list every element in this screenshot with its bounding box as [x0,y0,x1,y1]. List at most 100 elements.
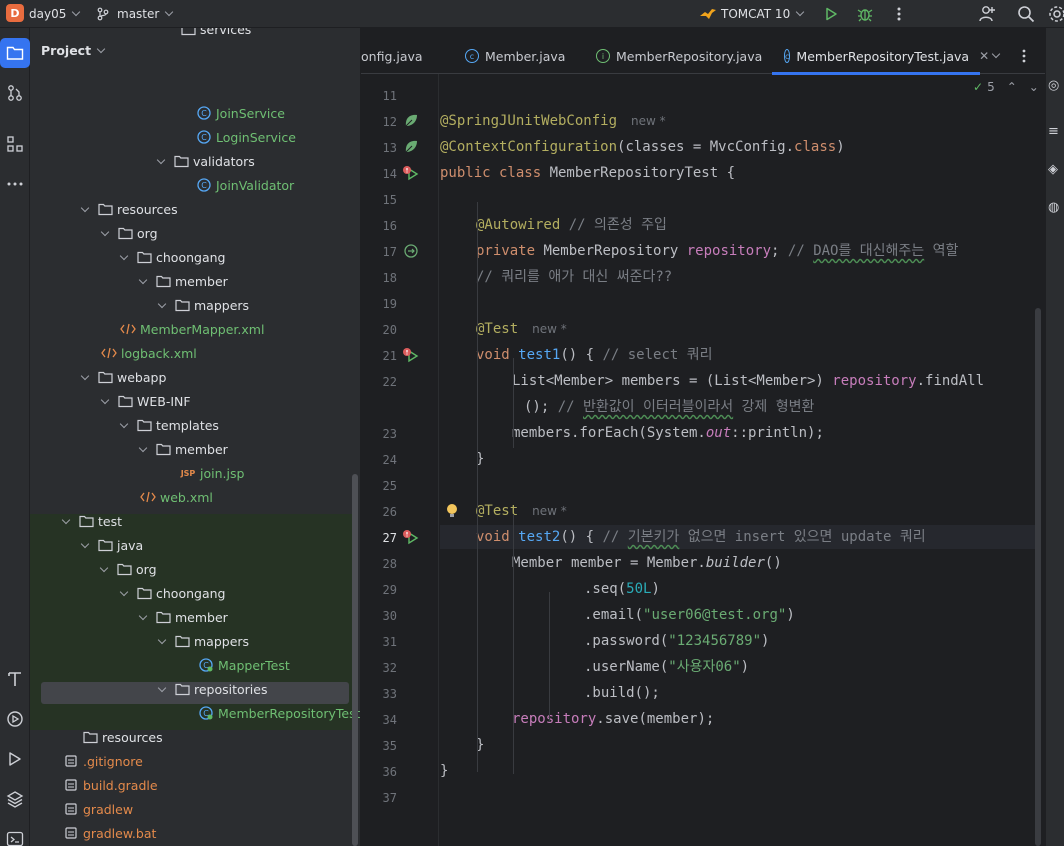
autowired-bean-icon[interactable] [401,241,421,261]
tree-item[interactable]: validators [156,150,255,172]
tab-list-dropdown[interactable] [991,38,1001,74]
tree-item[interactable]: MemberMapper.xml [120,318,264,340]
tree-item[interactable]: gradlew [63,798,133,820]
chevron-down-icon [72,7,81,17]
tree-item[interactable]: logback.xml [101,342,197,364]
left-tool-strip [0,28,30,846]
tree-item[interactable]: C MapperTest [198,654,290,676]
tab-member[interactable]: c Member.java [465,38,565,74]
project-panel-header[interactable]: Project [41,43,106,58]
run-config-selector[interactable]: TOMCAT 10 [699,0,805,28]
project-switcher[interactable]: day05 [29,0,81,28]
indent-guide [549,592,550,722]
tree-item[interactable]: mappers [157,294,249,316]
tree-item-label: WEB-INF [137,393,191,409]
tree-item[interactable]: templates [119,414,219,436]
tree-item[interactable]: resources [82,726,163,748]
code-token: "user06@test.org" [643,607,787,623]
layers-tool-button[interactable] [0,784,30,814]
tree-item[interactable]: gradlew.bat [63,822,156,844]
debug-button[interactable] [853,2,877,26]
tree-item-label: org [137,225,158,241]
tree-scrollbar[interactable] [352,474,358,846]
maven-icon[interactable]: ◈ [1048,162,1058,177]
project-tool-button[interactable] [0,38,30,68]
close-tab-icon[interactable]: ✕ [979,49,989,63]
project-panel: Project services C JoinService C LoginServic… [30,28,361,846]
run-button[interactable] [819,2,843,26]
tree-item[interactable]: org [99,558,157,580]
run-tool-button[interactable] [0,744,30,774]
run-test-icon[interactable] [401,345,421,365]
tree-item[interactable]: choongang [119,246,225,268]
search-button[interactable] [1014,2,1038,26]
notifications-icon[interactable]: ◎ [1048,78,1059,93]
database-icon[interactable]: ≡ [1048,124,1059,139]
tree-item[interactable]: repositories [157,678,268,700]
tree-item[interactable]: java [80,534,143,556]
editor-scrollbar[interactable] [1035,308,1041,846]
code-vision-hint[interactable]: new * [532,504,567,518]
code-token: test2 [518,529,561,545]
tree-item[interactable]: resources [80,198,178,220]
run-test-icon[interactable] [401,527,421,547]
tree-item[interactable]: C JoinService [196,102,285,124]
tree-item-label: resources [102,729,163,745]
tree-item[interactable]: JSP join.jsp [180,462,245,484]
tree-item[interactable]: member [138,270,228,292]
commit-tool-button[interactable] [0,78,30,108]
tree-item[interactable]: org [100,222,158,244]
tree-item[interactable]: test [61,510,122,532]
line-number: 21 [382,349,397,363]
tree-item[interactable]: C LoginService [196,126,296,148]
more-horizontal-icon [7,182,23,186]
tree-item[interactable]: C JoinValidator [196,174,294,196]
more-tools-button[interactable] [0,169,30,199]
branch-switcher[interactable]: master [96,0,174,28]
structure-tool-button[interactable] [0,129,30,159]
add-user-button[interactable] [975,2,999,26]
code-area[interactable]: @SpringJUnitWebConfig new * @ContextConfig… [440,74,1045,846]
folder-icon [174,683,190,695]
code-token: 반환값이 이터러블이라서 [583,399,734,415]
terminal-tool-button[interactable] [0,824,30,846]
editor: onfig.java c Member.java i MemberRepositor… [361,28,1045,846]
tree-item[interactable]: mappers [157,630,250,652]
tree-item[interactable]: C MemberRepositoryTest [198,702,360,724]
gradle-tool-button[interactable] [0,664,30,694]
run-test-icon[interactable] [401,163,421,183]
chevron-down-icon [165,7,174,17]
code-vision-hint[interactable]: new * [532,322,567,336]
tree-item[interactable]: web.xml [140,486,213,508]
tree-item[interactable]: build.gradle [63,774,158,796]
tree-item[interactable]: .gitignore [63,750,143,772]
services-tool-button[interactable] [0,704,30,734]
tree-item[interactable]: member [138,606,228,628]
code-token: "사용자06" [668,659,741,675]
code-token: } [440,763,449,779]
line-number: 24 [382,453,397,467]
tree-item-label: mappers [194,633,250,649]
more-actions-button[interactable] [887,2,911,26]
code-token: 기본키가 [627,529,680,545]
chevron-down-icon [138,275,148,284]
code-token: .userName( [584,659,669,675]
code-vision-hint[interactable]: new * [631,114,666,128]
settings-button[interactable] [1045,2,1064,26]
tree-item-label: org [136,561,157,577]
tab-member-repository-test[interactable]: c MemberRepositoryTest.java ✕ [772,38,989,75]
tab-member-repository[interactable]: i MemberRepository.java [596,38,762,74]
tree-item[interactable]: services [180,28,251,40]
project-badge[interactable]: D [6,4,24,22]
tree-item[interactable]: member [138,438,228,460]
tree-item[interactable]: WEB-INF [100,390,191,412]
lightbulb-icon[interactable] [446,503,458,523]
tabs-more-button[interactable] [1022,38,1026,74]
spring-bean-icon[interactable] [401,137,421,157]
spring-bean-icon[interactable] [401,111,421,131]
ai-assistant-icon[interactable]: ◍ [1048,200,1059,215]
tab-mvcconfig[interactable]: onfig.java [361,38,423,74]
tree-item[interactable]: choongang [119,582,225,604]
tree-item[interactable]: webapp [80,366,166,388]
code-token: () [764,555,782,571]
